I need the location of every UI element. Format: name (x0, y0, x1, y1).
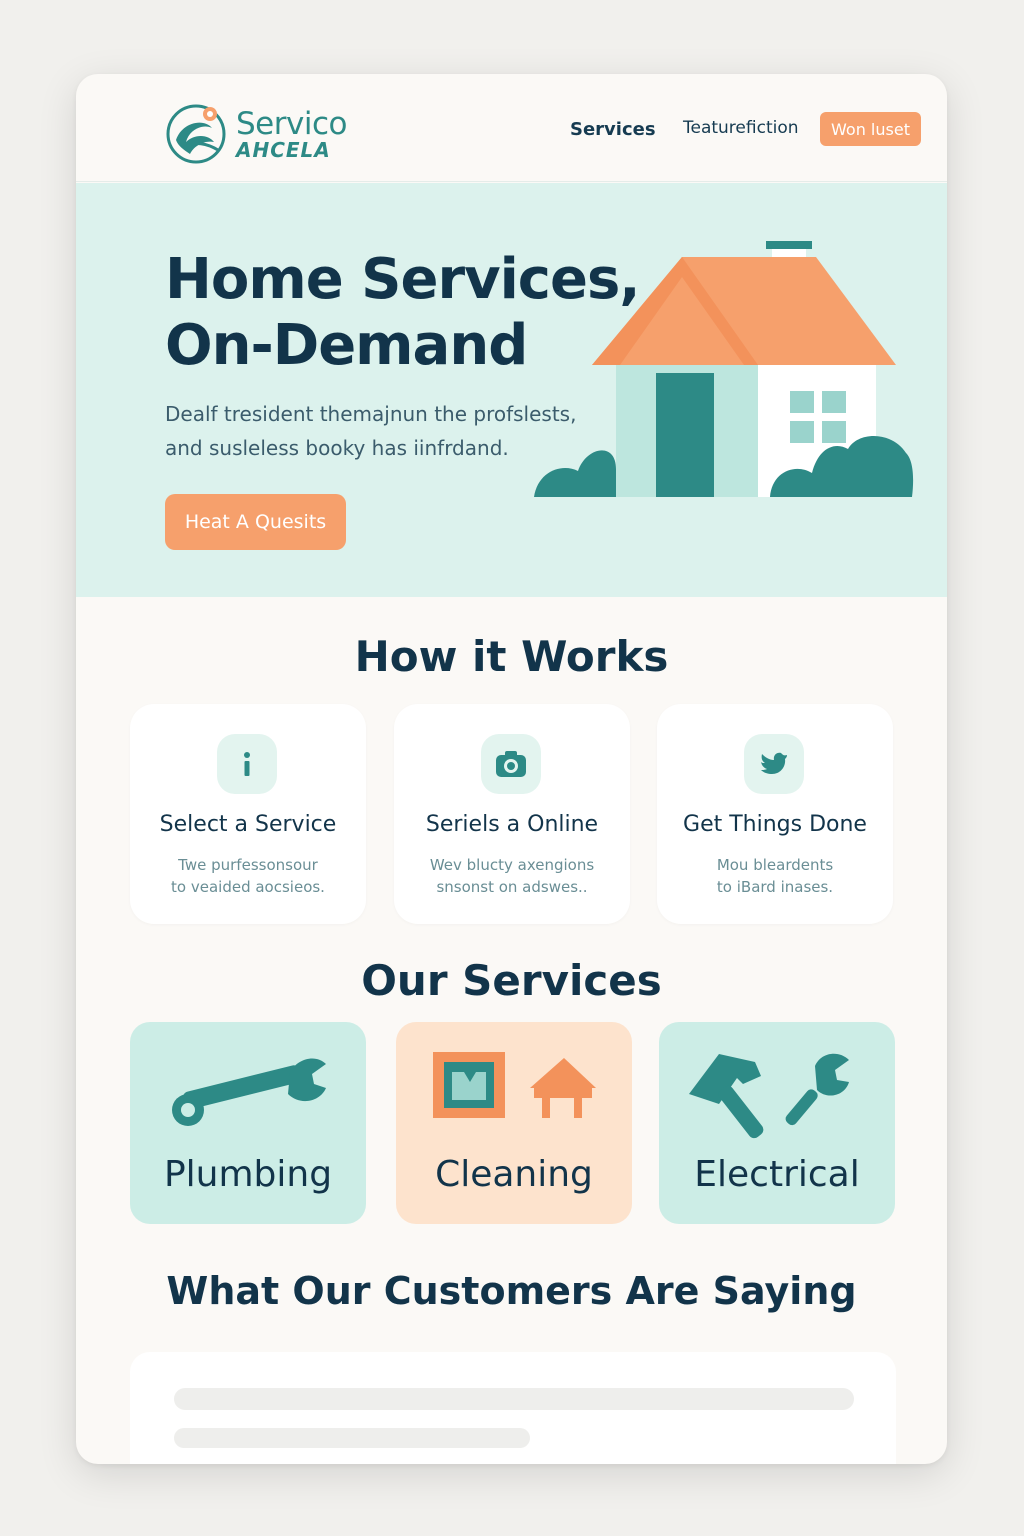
testimonial-card (130, 1352, 896, 1464)
step-card[interactable]: Select a Service Twe purfessonsour to ve… (130, 704, 366, 924)
bird-icon (744, 734, 804, 794)
step-description-line: to veaided aocsieos. (171, 878, 325, 896)
logo-icon[interactable] (164, 100, 228, 164)
brand-name[interactable]: Servico (236, 106, 347, 142)
nav-link-features[interactable]: Teaturefiction (683, 118, 799, 138)
step-description: Mou bleardents to iBard inases. (677, 854, 873, 898)
step-description: Wev blucty axengions snsonst on adswes.. (414, 854, 610, 898)
service-label: Electrical (694, 1154, 860, 1195)
camera-icon (481, 734, 541, 794)
skeleton-line (174, 1388, 854, 1410)
testimonials-title: What Our Customers Are Saying (166, 1269, 857, 1313)
service-card-cleaning[interactable]: Cleaning (396, 1022, 632, 1224)
services-title: Our Services (361, 956, 662, 1005)
nav-link-services[interactable]: Services (570, 119, 656, 140)
brand-tagline: AHCELA (236, 138, 331, 162)
service-label: Plumbing (163, 1154, 333, 1195)
hero-subtitle: Dealf tresident themajnun the profslests… (165, 397, 585, 465)
service-card-plumbing[interactable]: Plumbing (130, 1022, 366, 1224)
step-description-line: to iBard inases. (716, 878, 834, 896)
step-description-line: Wev blucty axengions (429, 856, 595, 874)
service-card-electrical[interactable]: Electrical (659, 1022, 895, 1224)
step-title: Get Things Done (683, 812, 867, 837)
step-description-line: Twe purfessonsour (178, 856, 318, 874)
hero-section: Home Services, On-Demand Dealf tresident… (76, 183, 947, 597)
service-label: Cleaning (435, 1154, 593, 1195)
info-icon (217, 734, 277, 794)
page-card: Servico AHCELA Services Teaturefiction W… (76, 74, 947, 1464)
skeleton-line (174, 1428, 530, 1448)
hero-subtitle-line: Dealf tresident themajnun the profslests… (165, 402, 577, 426)
step-description-line: Mou bleardents (716, 856, 834, 874)
house-frame-icon (433, 1052, 596, 1118)
step-description: Twe purfessonsour to veaided aocsieos. (150, 854, 346, 898)
wrench-icon (172, 1058, 326, 1126)
how-it-works-title: How it Works (354, 632, 669, 681)
site-header: Servico AHCELA Services Teaturefiction W… (76, 74, 947, 182)
hammer-wrench-icon (689, 1053, 849, 1139)
step-card[interactable]: Get Things Done Mou bleardents to iBard … (657, 704, 893, 924)
house-illustration (534, 241, 914, 497)
step-title: Select a Service (159, 812, 337, 837)
step-card[interactable]: Seriels a Online Wev blucty axengions sn… (394, 704, 630, 924)
hero-subtitle-line: and susleless booky has iinfrdand. (165, 436, 509, 460)
hero-cta-button[interactable]: Heat A Quesits (165, 494, 346, 550)
step-title: Seriels a Online (425, 812, 599, 837)
nav-cta-button[interactable]: Won luset (820, 112, 921, 146)
step-description-line: snsonst on adswes.. (436, 878, 588, 896)
